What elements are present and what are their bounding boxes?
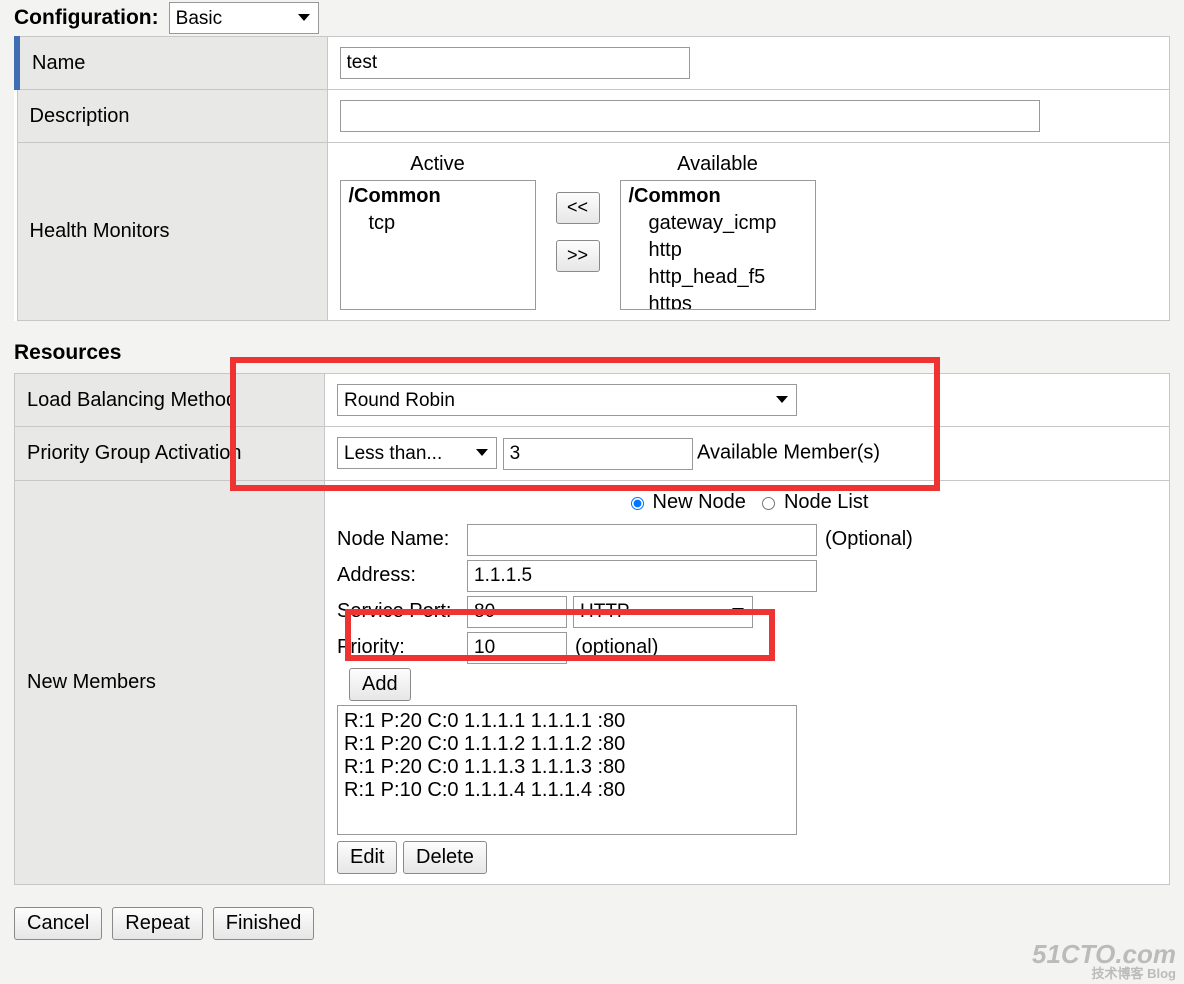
description-input[interactable]: [340, 100, 1040, 132]
hm-active-group: /Common: [341, 183, 535, 210]
configuration-mode-select[interactable]: Basic: [169, 2, 319, 34]
priority-label: Priority:: [337, 636, 467, 659]
list-item[interactable]: http: [621, 237, 815, 264]
pga-label: Priority Group Activation: [15, 427, 325, 481]
address-input[interactable]: [467, 560, 817, 592]
description-label: Description: [17, 90, 327, 143]
new-node-radio-label: New Node: [653, 491, 746, 514]
new-members-label: New Members: [15, 480, 325, 884]
priority-hint: (optional): [575, 636, 658, 659]
lbm-label: Load Balancing Method: [15, 374, 325, 427]
hm-move-right-button[interactable]: >>: [556, 240, 600, 272]
health-monitors-label: Health Monitors: [17, 143, 327, 321]
members-list[interactable]: R:1 P:20 C:0 1.1.1.1 1.1.1.1 :80 R:1 P:2…: [337, 705, 797, 835]
node-name-input[interactable]: [467, 524, 817, 556]
watermark: 51CTO.com 技术博客 Blog: [1032, 941, 1176, 980]
pga-mode-select[interactable]: Less than...: [337, 437, 497, 469]
finished-button[interactable]: Finished: [213, 907, 315, 940]
hm-active-list[interactable]: /Common tcp: [340, 180, 536, 310]
pga-value-input[interactable]: [503, 438, 693, 470]
cancel-button[interactable]: Cancel: [14, 907, 102, 940]
node-name-hint: (Optional): [825, 528, 913, 551]
service-port-type-select[interactable]: HTTP: [573, 596, 753, 628]
add-button[interactable]: Add: [349, 668, 411, 701]
list-item[interactable]: gateway_icmp: [621, 210, 815, 237]
resources-table: Load Balancing Method Round Robin Priori…: [14, 373, 1170, 885]
list-item[interactable]: R:1 P:10 C:0 1.1.1.4 1.1.1.4 :80: [344, 779, 790, 802]
node-list-radio[interactable]: [762, 497, 775, 510]
hm-available-header: Available: [620, 153, 816, 176]
name-label: Name: [17, 37, 327, 90]
list-item[interactable]: https: [621, 291, 815, 310]
pga-suffix: Available Member(s): [697, 442, 880, 464]
service-port-label: Service Port:: [337, 600, 467, 623]
hm-active-header: Active: [340, 153, 536, 176]
edit-button[interactable]: Edit: [337, 841, 397, 874]
list-item[interactable]: http_head_f5: [621, 264, 815, 291]
resources-heading: Resources: [0, 331, 1184, 373]
name-input[interactable]: [340, 47, 690, 79]
priority-input[interactable]: [467, 632, 567, 664]
address-label: Address:: [337, 564, 467, 587]
list-item[interactable]: R:1 P:20 C:0 1.1.1.3 1.1.1.3 :80: [344, 756, 790, 779]
new-node-radio[interactable]: [631, 497, 644, 510]
hm-available-list[interactable]: /Common gateway_icmp http http_head_f5 h…: [620, 180, 816, 310]
list-item[interactable]: tcp: [341, 210, 535, 237]
node-list-radio-label: Node List: [784, 491, 869, 514]
configuration-table: Name Description Health Monitors Active …: [14, 36, 1170, 321]
hm-move-left-button[interactable]: <<: [556, 192, 600, 224]
list-item[interactable]: R:1 P:20 C:0 1.1.1.1 1.1.1.1 :80: [344, 710, 790, 733]
configuration-label: Configuration:: [14, 6, 169, 30]
delete-button[interactable]: Delete: [403, 841, 487, 874]
service-port-input[interactable]: [467, 596, 567, 628]
hm-avail-group: /Common: [621, 183, 815, 210]
node-name-label: Node Name:: [337, 528, 467, 551]
list-item[interactable]: R:1 P:20 C:0 1.1.1.2 1.1.1.2 :80: [344, 733, 790, 756]
lbm-select[interactable]: Round Robin: [337, 384, 797, 416]
repeat-button[interactable]: Repeat: [112, 907, 203, 940]
